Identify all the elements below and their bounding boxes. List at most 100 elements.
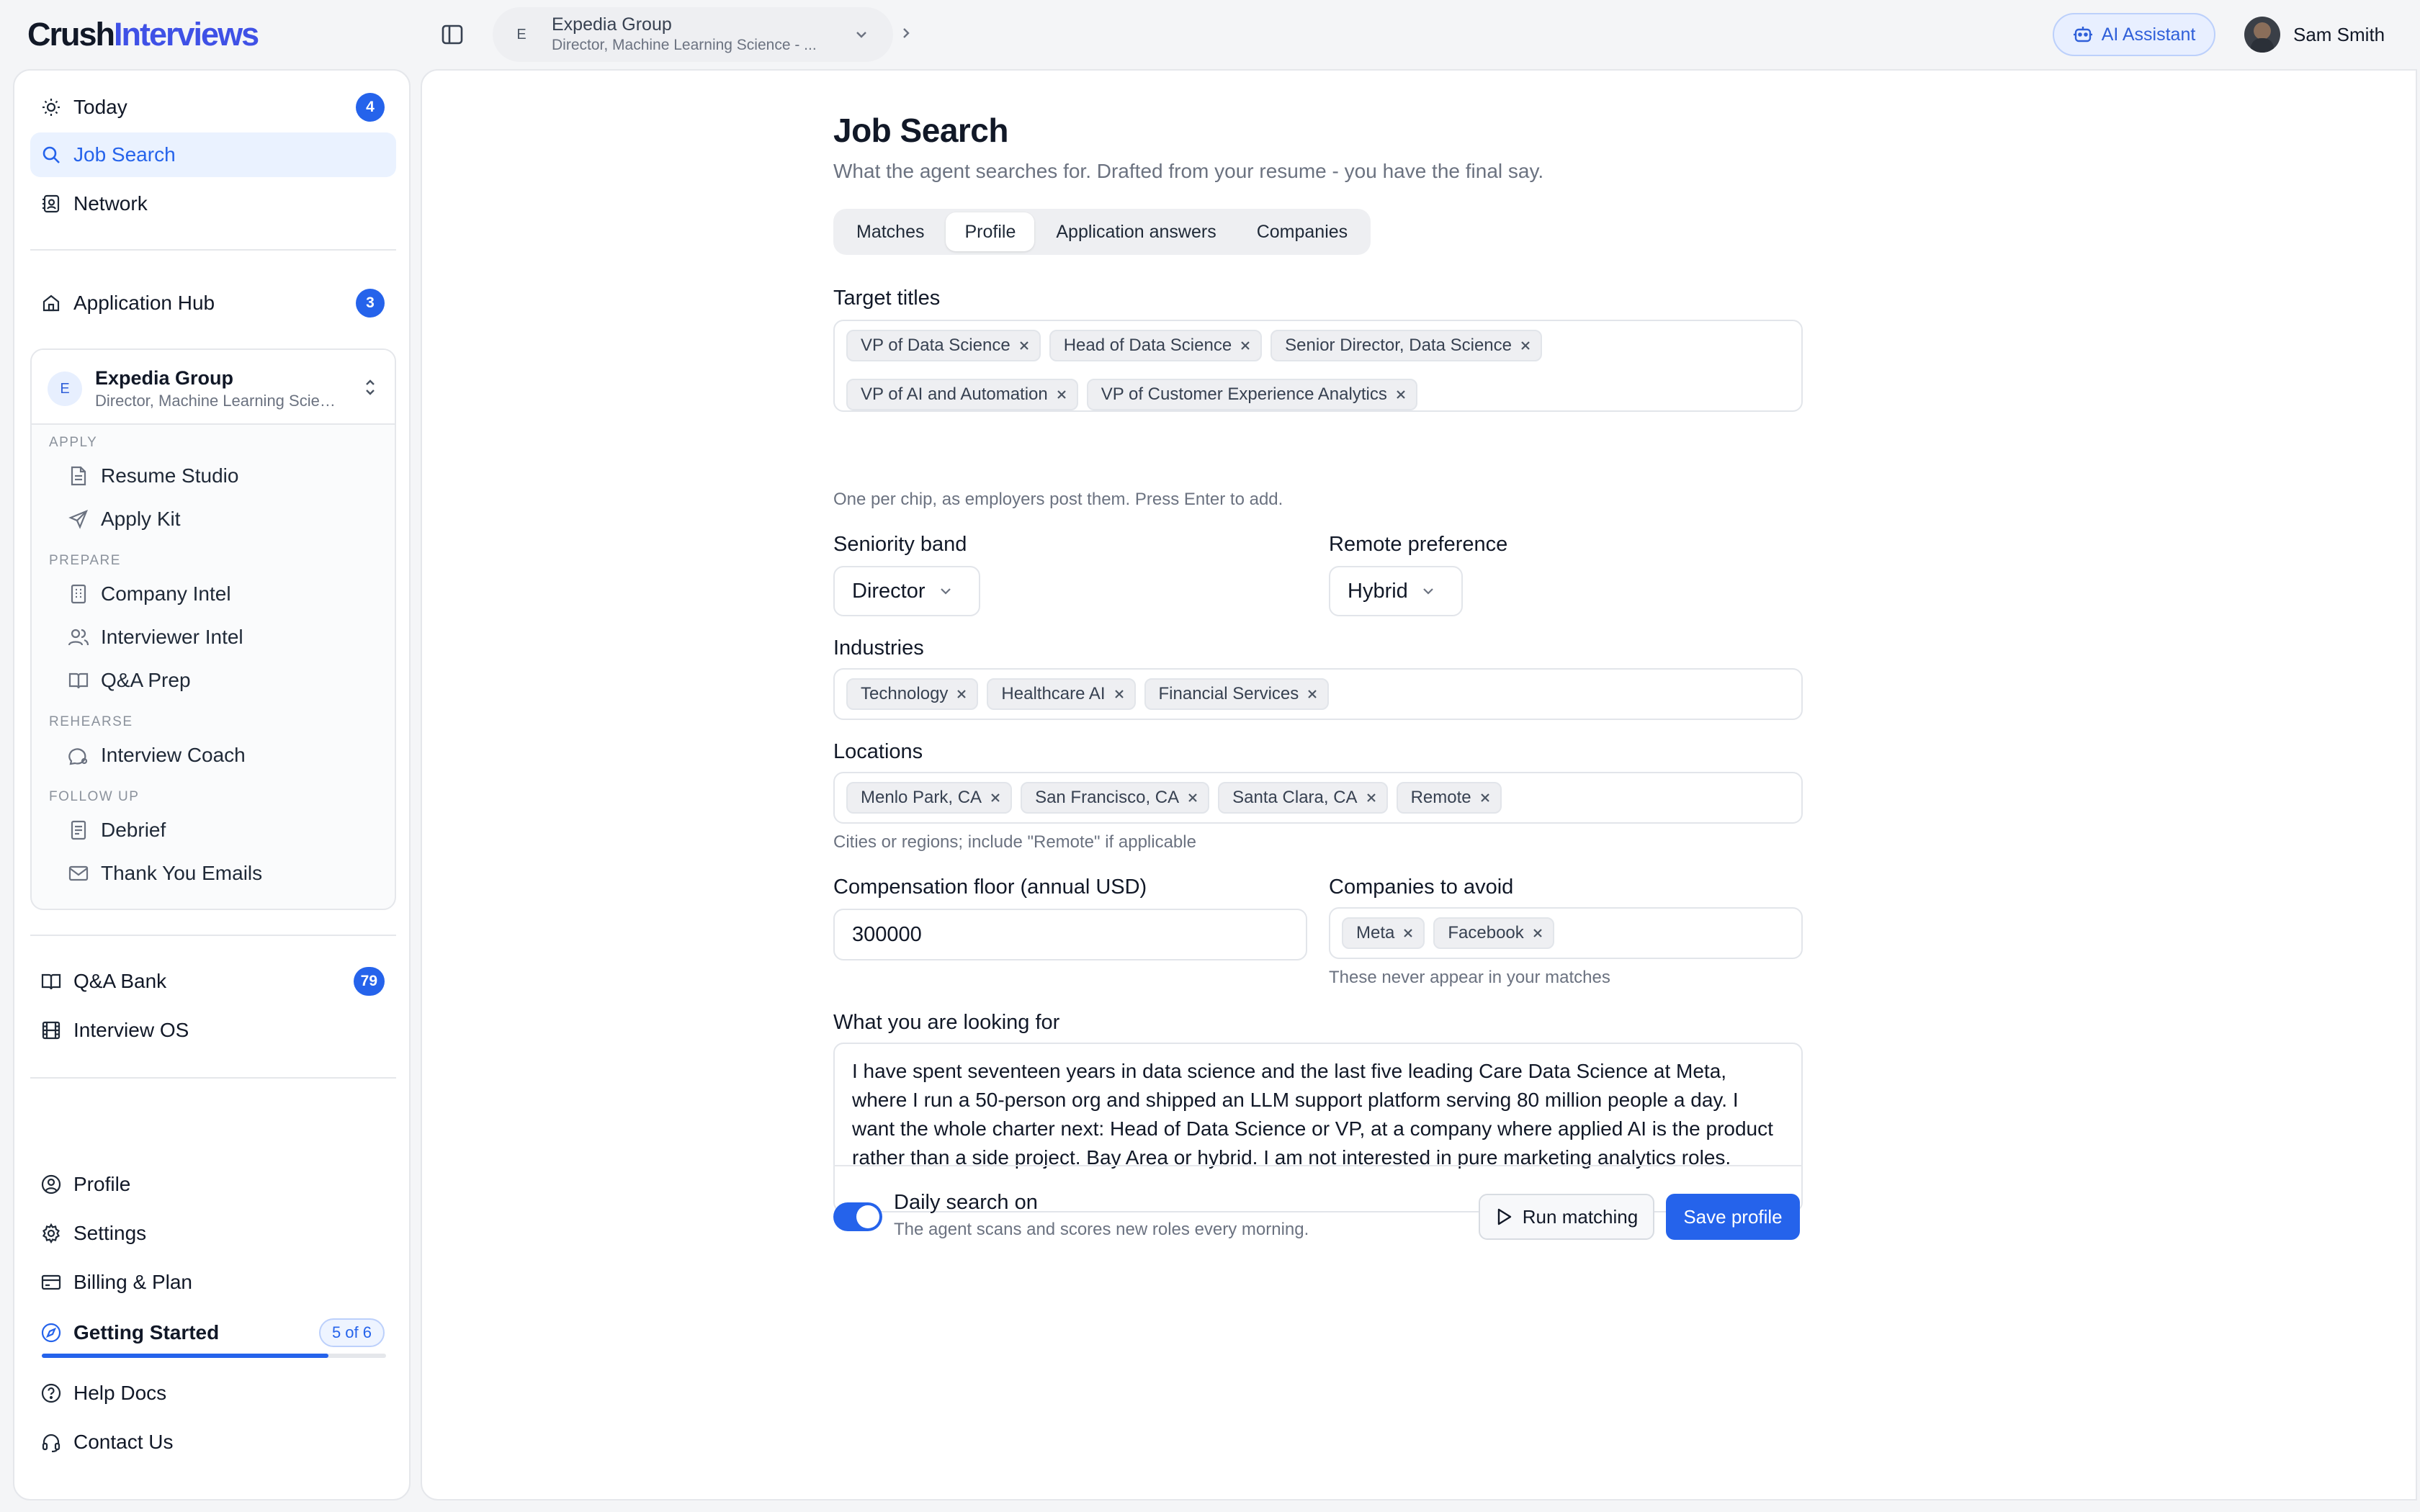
tab-application-answers[interactable]: Application answers xyxy=(1037,212,1234,251)
card-icon xyxy=(40,1272,62,1293)
tab-matches[interactable]: Matches xyxy=(838,212,943,251)
sidebar-item-today[interactable]: Today 4 xyxy=(30,85,396,130)
target-titles-label: Target titles xyxy=(833,287,941,310)
sidebar-item-qa-prep[interactable]: Q&A Prep xyxy=(68,662,191,698)
close-icon[interactable] xyxy=(1114,689,1124,699)
sidebar-item-contact-us[interactable]: Contact Us xyxy=(30,1420,396,1464)
sidebar-item-qa-bank[interactable]: Q&A Bank 79 xyxy=(30,959,396,1004)
sidebar-item-job-search[interactable]: Job Search xyxy=(30,132,396,177)
sidebar-item-profile[interactable]: Profile xyxy=(30,1162,396,1207)
close-icon[interactable] xyxy=(956,689,967,699)
daily-search-description: The agent scans and scores new roles eve… xyxy=(894,1220,1309,1239)
looking-for-textarea[interactable]: I have spent seventeen years in data sci… xyxy=(833,1043,1803,1212)
close-icon[interactable] xyxy=(1533,928,1543,938)
divider xyxy=(30,249,396,251)
sidebar-item-interview-coach[interactable]: Interview Coach xyxy=(68,737,246,773)
close-icon[interactable] xyxy=(1480,793,1490,803)
industries-field[interactable]: Technology Healthcare AI Financial Servi… xyxy=(833,668,1803,720)
close-icon[interactable] xyxy=(1520,341,1531,351)
chevron-down-icon xyxy=(938,584,953,598)
seniority-select[interactable]: Director xyxy=(833,566,980,616)
sidebar-item-getting-started[interactable]: Getting Started 5 of 6 xyxy=(30,1310,396,1355)
close-icon[interactable] xyxy=(1240,341,1250,351)
industries-label: Industries xyxy=(833,636,924,660)
sidebar-item-interviewer-intel[interactable]: Interviewer Intel xyxy=(68,619,243,655)
chip: San Francisco, CA xyxy=(1021,782,1210,814)
sidebar-item-company-intel[interactable]: Company Intel xyxy=(68,576,231,612)
locations-label: Locations xyxy=(833,740,923,763)
close-icon[interactable] xyxy=(1396,390,1406,400)
target-titles-field[interactable]: VP of Data Science Head of Data Science … xyxy=(833,320,1803,412)
sidebar-item-debrief[interactable]: Debrief xyxy=(68,812,166,848)
page-title: Job Search xyxy=(833,112,1009,149)
chip: Financial Services xyxy=(1144,678,1330,710)
sidebar-item-application-hub[interactable]: Application Hub 3 xyxy=(30,281,396,325)
chevron-down-icon xyxy=(854,27,869,42)
close-icon[interactable] xyxy=(1403,928,1413,938)
context-switcher[interactable]: E Expedia Group Director, Machine Learni… xyxy=(493,7,893,62)
sidebar-item-interview-os[interactable]: Interview OS xyxy=(30,1008,396,1053)
run-matching-button[interactable]: Run matching xyxy=(1479,1194,1654,1240)
user-circle-icon xyxy=(40,1174,62,1195)
sidebar-item-resume-studio[interactable]: Resume Studio xyxy=(68,458,238,494)
chip: VP of Customer Experience Analytics xyxy=(1086,379,1417,410)
sidebar: Today 4 Job Search Network Application H… xyxy=(13,69,411,1500)
chip: Healthcare AI xyxy=(987,678,1136,710)
contacts-icon xyxy=(40,193,62,215)
close-icon[interactable] xyxy=(1019,341,1029,351)
company-avatar: E xyxy=(48,372,82,406)
book-icon xyxy=(68,670,89,691)
ai-assistant-button[interactable]: AI Assistant xyxy=(2053,13,2215,56)
document-icon xyxy=(68,465,89,487)
application-selector[interactable]: E Expedia Group Director, Machine Learni… xyxy=(32,350,395,425)
looking-for-label: What you are looking for xyxy=(833,1011,1060,1034)
tab-companies[interactable]: Companies xyxy=(1238,212,1366,251)
section-label-apply: APPLY xyxy=(49,435,98,450)
app-logo[interactable]: CrushInterviews xyxy=(27,16,259,53)
progress-fill xyxy=(42,1354,329,1358)
tab-profile[interactable]: Profile xyxy=(946,212,1035,251)
target-titles-hint: One per chip, as employers post them. Pr… xyxy=(833,490,1283,509)
count-badge: 4 xyxy=(356,93,385,122)
remote-select[interactable]: Hybrid xyxy=(1329,566,1463,616)
close-icon[interactable] xyxy=(1307,689,1317,699)
divider xyxy=(833,1165,1803,1166)
close-icon[interactable] xyxy=(990,793,1000,803)
divider xyxy=(30,1077,396,1079)
close-icon[interactable] xyxy=(1366,793,1376,803)
chip: Senior Director, Data Science xyxy=(1270,330,1542,361)
sidebar-toggle-icon[interactable] xyxy=(438,22,467,48)
locations-field[interactable]: Menlo Park, CA San Francisco, CA Santa C… xyxy=(833,772,1803,824)
save-profile-button[interactable]: Save profile xyxy=(1666,1194,1800,1240)
sidebar-item-billing[interactable]: Billing & Plan xyxy=(30,1260,396,1305)
role-title: Director, Machine Learning Science - Exp… xyxy=(95,392,340,410)
avatar xyxy=(2244,17,2280,53)
sidebar-item-thank-you-emails[interactable]: Thank You Emails xyxy=(68,855,262,891)
daily-search-toggle[interactable] xyxy=(833,1202,882,1231)
avoid-label: Companies to avoid xyxy=(1329,876,1514,899)
daily-search-title: Daily search on xyxy=(894,1191,1038,1214)
close-icon[interactable] xyxy=(1188,793,1198,803)
user-menu[interactable]: Sam Smith xyxy=(2244,16,2385,53)
context-avatar: E xyxy=(516,26,526,42)
sidebar-item-network[interactable]: Network xyxy=(30,181,396,226)
mail-icon xyxy=(68,863,89,884)
book-icon xyxy=(40,971,62,992)
company-name: Expedia Group xyxy=(95,367,234,389)
section-label-rehearse: REHEARSE xyxy=(49,714,133,729)
page-subtitle: What the agent searches for. Drafted fro… xyxy=(833,160,1544,182)
compensation-input[interactable]: 300000 xyxy=(833,909,1307,960)
home-icon xyxy=(40,292,62,314)
bot-icon xyxy=(2073,25,2093,44)
sidebar-item-apply-kit[interactable]: Apply Kit xyxy=(68,501,181,537)
close-icon[interactable] xyxy=(1057,390,1067,400)
logo-accent: Interviews xyxy=(114,16,259,53)
companies-to-avoid-field[interactable]: Meta Facebook xyxy=(1329,907,1803,959)
avoid-hint: These never appear in your matches xyxy=(1329,968,1610,987)
sidebar-item-settings[interactable]: Settings xyxy=(30,1211,396,1256)
context-name: Expedia Group xyxy=(552,14,672,35)
chevron-down-icon xyxy=(1421,584,1435,598)
application-group-card: E Expedia Group Director, Machine Learni… xyxy=(30,348,396,910)
chip: Head of Data Science xyxy=(1049,330,1263,361)
sidebar-item-help-docs[interactable]: Help Docs xyxy=(30,1371,396,1416)
